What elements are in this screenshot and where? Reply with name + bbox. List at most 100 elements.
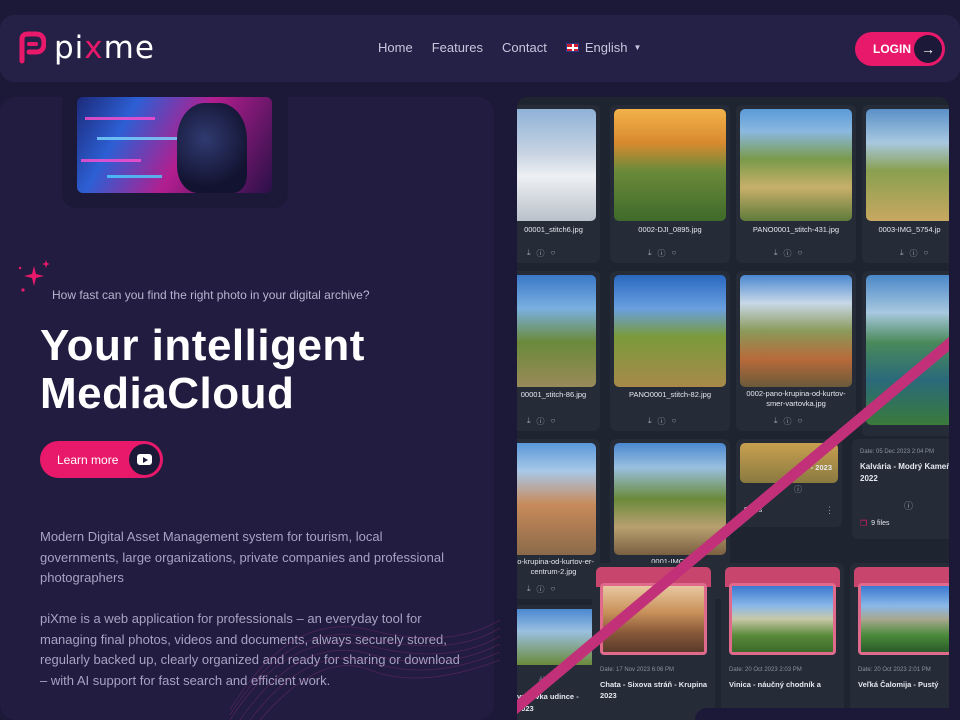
- photo-thumbnail: [614, 275, 726, 387]
- photo-thumbnail: [866, 109, 949, 221]
- photo-actions: ⤓ ⓘ ○: [774, 248, 802, 259]
- download-icon[interactable]: ⤓: [527, 584, 531, 595]
- photo-card[interactable]: 0002-DJI_0895.jpg ⤓ ⓘ ○: [610, 105, 730, 263]
- download-icon[interactable]: ⤓: [774, 416, 778, 427]
- folder-date: Date: 20 Oct 2023 2:01 PM: [858, 667, 931, 673]
- pixme-logo-icon: [19, 31, 46, 64]
- photo-card[interactable]: 00001_stitch-86.jpg ⤓ ⓘ ○: [517, 271, 600, 431]
- download-icon[interactable]: ⤓: [527, 248, 531, 259]
- download-icon[interactable]: ⤓: [648, 248, 652, 259]
- select-icon[interactable]: ○: [672, 248, 677, 259]
- light-streak: [81, 159, 141, 162]
- album-card[interactable]: - 2023 ⓘ 9 files ⋮: [736, 439, 842, 527]
- folder-thumbnail: [600, 583, 707, 655]
- hero-headline: Your intelligent MediaCloud: [40, 322, 365, 418]
- headline-line-1: Your intelligent: [40, 321, 365, 370]
- photo-filename: no-krupina-od-kurtov-er-centrum-2.jpg: [517, 557, 594, 576]
- info-icon[interactable]: ⓘ: [784, 416, 792, 427]
- download-icon[interactable]: ⤓: [527, 416, 531, 427]
- folder-date: Date: 20 Oct 2023 2:03 PM: [729, 667, 802, 673]
- info-icon[interactable]: ⓘ: [784, 248, 792, 259]
- photo-filename: PANO0001_stitch-82.jpg: [629, 390, 711, 399]
- nav-features-link[interactable]: Features: [432, 40, 483, 55]
- top-navbar: pixme Home Features Contact English ▼ LO…: [0, 15, 960, 82]
- folder-thumbnail: [858, 583, 949, 655]
- photo-card[interactable]: PANO0001_stitch-82.jpg ⤓ ⓘ ○: [610, 271, 730, 431]
- headline-line-2: MediaCloud: [40, 369, 295, 418]
- photo-thumbnail: [614, 443, 726, 555]
- folder-card[interactable]: Date: 20 Oct 2023 2:01 PM Veľká Čalomija…: [850, 563, 949, 720]
- learn-more-label: Learn more: [57, 452, 119, 467]
- select-icon[interactable]: ○: [672, 416, 677, 427]
- photo-thumbnail: [517, 275, 596, 387]
- photo-actions: ⤓ ⓘ ○: [648, 416, 676, 427]
- select-icon[interactable]: ○: [798, 248, 803, 259]
- folder-title: Vinica - náučný chodník a: [729, 680, 821, 689]
- folder-card[interactable]: Date: 17 Nov 2023 6:06 PM Chata - Sixova…: [592, 563, 715, 720]
- language-selector[interactable]: English ▼: [565, 40, 642, 55]
- light-streak: [97, 137, 187, 140]
- caret-down-icon: ▼: [633, 43, 642, 52]
- brand-logo[interactable]: pixme: [18, 31, 155, 65]
- info-icon[interactable]: ⓘ: [537, 584, 545, 595]
- language-label: English: [584, 40, 628, 55]
- download-icon[interactable]: ⤓: [774, 248, 778, 259]
- photo-card[interactable]: no-krupina-od-kurtov-er-centrum-2.jpg ⤓ ⓘ…: [517, 439, 600, 599]
- youtube-play-button: [129, 444, 160, 475]
- album-card[interactable]: AM vrtnávka udince - 2023: [517, 605, 600, 720]
- ai-face-illustration: [77, 97, 272, 193]
- select-icon[interactable]: ○: [551, 416, 556, 427]
- folder-title: Chata - Sixova stráň - Krupina 2023: [600, 680, 708, 700]
- app-preview-screenshot: 00001_stitch6.jpg ⤓ ⓘ ○ 0002-DJI_0895.jpg …: [517, 97, 949, 720]
- photo-thumbnail: [517, 109, 596, 221]
- select-icon[interactable]: ○: [551, 248, 556, 259]
- album-card[interactable]: Date: 05 Dec 2023 2:04 PM Kalvária - Mod…: [852, 439, 949, 539]
- album-date: AM: [539, 677, 548, 683]
- photo-thumbnail: [517, 443, 596, 555]
- select-icon[interactable]: ○: [924, 248, 929, 259]
- info-icon[interactable]: ⓘ: [794, 484, 802, 495]
- info-icon[interactable]: ⓘ: [537, 416, 545, 427]
- photo-thumbnail: [614, 109, 726, 221]
- info-icon[interactable]: ⓘ: [658, 248, 666, 259]
- album-card[interactable]: [862, 271, 949, 436]
- info-icon[interactable]: ⓘ: [658, 416, 666, 427]
- uk-flag-icon: [565, 43, 579, 52]
- photo-filename: 0002-DJI_0895.jpg: [638, 225, 702, 234]
- album-title: - 2023: [810, 463, 832, 472]
- info-icon[interactable]: ⓘ: [904, 499, 913, 512]
- face-silhouette: [177, 103, 247, 193]
- photo-card[interactable]: 00001_stitch6.jpg ⤓ ⓘ ○: [517, 105, 600, 263]
- photo-actions: ⤓ ⓘ ○: [527, 584, 555, 595]
- photo-thumbnail: [740, 275, 852, 387]
- folder-card[interactable]: Date: 20 Oct 2023 2:03 PM Vinica - náučn…: [721, 563, 844, 720]
- photo-actions: ⤓ ⓘ ○: [527, 248, 555, 259]
- folder-date: Date: 17 Nov 2023 6:06 PM: [600, 667, 675, 673]
- login-button[interactable]: LOGIN →: [855, 32, 945, 66]
- photo-actions: ⤓ ⓘ ○: [900, 248, 928, 259]
- light-streak: [107, 175, 162, 178]
- download-icon[interactable]: ⤓: [648, 416, 652, 427]
- photo-actions: ⤓ ⓘ ○: [648, 248, 676, 259]
- download-icon[interactable]: ⤓: [900, 248, 904, 259]
- info-icon[interactable]: ⓘ: [537, 248, 545, 259]
- photo-card[interactable]: 0002-pano-krupina-od-kurtov-smer-vartovk…: [736, 271, 856, 431]
- nav-contact-link[interactable]: Contact: [502, 40, 547, 55]
- login-label: LOGIN: [873, 42, 911, 56]
- select-icon[interactable]: ○: [551, 584, 556, 595]
- info-icon[interactable]: ⓘ: [910, 248, 918, 259]
- learn-more-button[interactable]: Learn more: [40, 441, 163, 478]
- photo-filename: 0003-IMG_5754.jp: [878, 225, 941, 234]
- photo-card[interactable]: PANO0001_stitch-431.jpg ⤓ ⓘ ○: [736, 105, 856, 263]
- photo-actions: ⤓ ⓘ ○: [774, 416, 802, 427]
- files-icon: ❐: [860, 519, 868, 528]
- folder-title: Veľká Čalomija - Pustý: [858, 680, 939, 689]
- album-thumbnail: [866, 275, 949, 425]
- more-options-icon[interactable]: ⋮: [825, 505, 834, 516]
- brand-name: pixme: [54, 30, 155, 66]
- photo-card[interactable]: 0003-IMG_5754.jp ⤓ ⓘ ○: [862, 105, 949, 263]
- youtube-icon: [137, 454, 152, 465]
- nav-home-link[interactable]: Home: [378, 40, 413, 55]
- select-icon[interactable]: ○: [798, 416, 803, 427]
- bottom-corner-cutout: [695, 708, 960, 720]
